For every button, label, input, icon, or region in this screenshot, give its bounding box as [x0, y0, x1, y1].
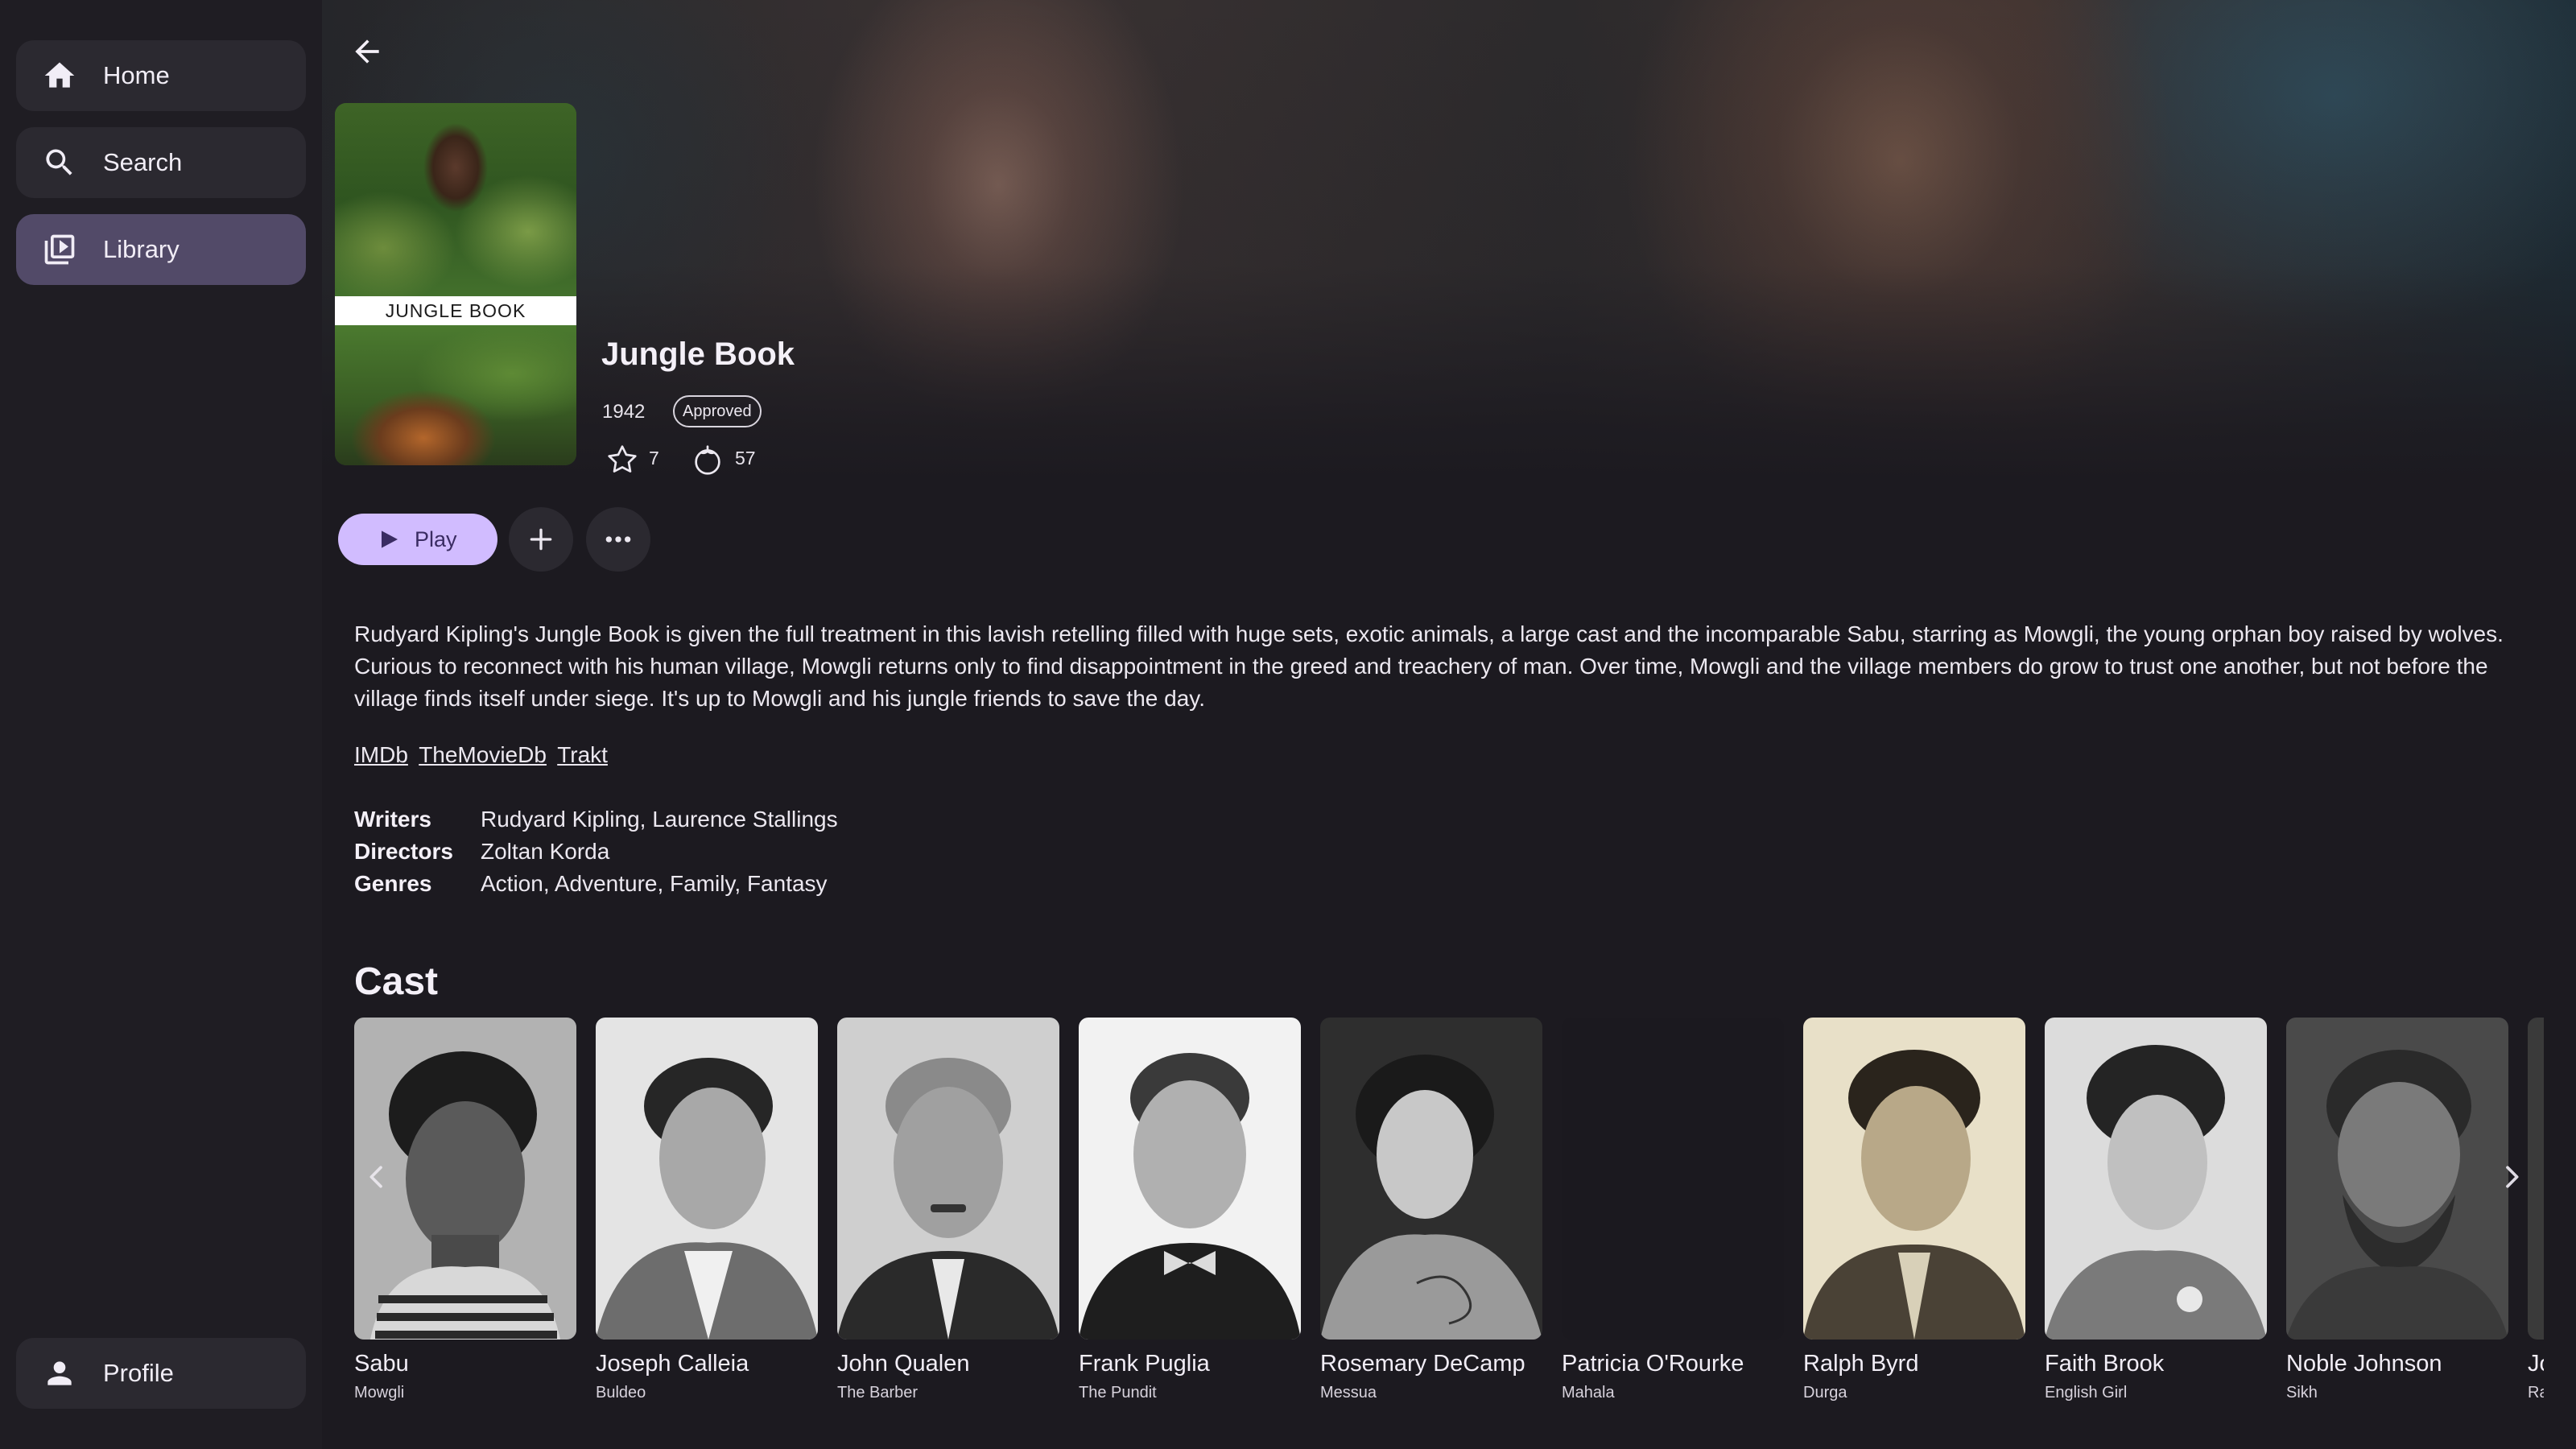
themoviedb-link[interactable]: TheMovieDb	[419, 742, 547, 767]
detail-value: Rudyard Kipling, Laurence Stallings	[481, 807, 838, 832]
cast-name: Frank Puglia	[1079, 1351, 1210, 1377]
community-rating: 7	[649, 448, 659, 469]
genres-row: Genres Action, Adventure, Family, Fantasy	[354, 871, 828, 897]
cast-name: Noble Johnson	[2286, 1351, 2442, 1377]
external-links: IMDb TheMovieDb Trakt	[354, 742, 613, 768]
cast-role: English Girl	[2045, 1384, 2128, 1402]
cast-photo-placeholder	[1562, 1018, 1784, 1340]
cast-card[interactable]: Joseph Calleia Buldeo	[596, 1018, 818, 1402]
imdb-link[interactable]: IMDb	[354, 742, 408, 767]
library-icon	[44, 234, 75, 265]
play-label: Play	[415, 527, 457, 551]
cast-role: Sikh	[2286, 1384, 2318, 1402]
trakt-link[interactable]: Trakt	[557, 742, 608, 767]
detail-key: Writers	[354, 807, 431, 832]
backdrop-image	[322, 0, 2576, 483]
cast-card[interactable]: Frank Puglia The Pundit	[1079, 1018, 1301, 1402]
movie-title: Jungle Book	[601, 336, 795, 372]
sidebar-item-label: Library	[103, 235, 180, 263]
detail-key: Directors	[354, 839, 453, 864]
movie-overview: Rudyard Kipling's Jungle Book is given t…	[354, 621, 2504, 711]
person-icon	[47, 1361, 72, 1385]
cast-photo	[2286, 1018, 2508, 1340]
play-button[interactable]: Play	[338, 514, 497, 565]
cast-name: Joseph Calleia	[596, 1351, 749, 1377]
cast-card[interactable]: Sabu Mowgli	[354, 1018, 576, 1402]
cast-photo	[1079, 1018, 1301, 1340]
detail-value: Zoltan Korda	[481, 839, 610, 864]
scroll-right-button[interactable]	[2489, 1151, 2534, 1203]
critic-rating: 57	[735, 448, 756, 469]
cast-heading: Cast	[354, 960, 439, 1003]
cast-name: John Qualen	[837, 1351, 970, 1377]
add-button[interactable]	[509, 507, 573, 572]
cast-role: Ra	[2528, 1384, 2544, 1402]
tomato-icon	[695, 445, 720, 475]
poster-title: JUNGLE BOOK	[335, 296, 576, 325]
cast-list: Sabu Mowgli Joseph Calleia Buldeo John Q…	[354, 1018, 2544, 1420]
directors-row: Directors Zoltan Korda	[354, 839, 609, 865]
sidebar-item-home[interactable]: Home	[16, 40, 306, 111]
release-year: 1942	[602, 401, 646, 423]
cast-photo	[1803, 1018, 2025, 1340]
cast-photo	[837, 1018, 1059, 1340]
back-button[interactable]	[341, 26, 393, 77]
arrow-left-icon	[355, 39, 379, 64]
cast-photo	[1320, 1018, 1542, 1340]
star-icon	[608, 445, 637, 473]
cast-role: Durga	[1803, 1384, 1847, 1402]
cast-role: Buldeo	[596, 1384, 646, 1402]
cast-name: Ralph Byrd	[1803, 1351, 1919, 1377]
plus-icon	[530, 528, 552, 551]
cast-name: Jo	[2528, 1351, 2544, 1377]
cast-role: Mowgli	[354, 1384, 405, 1402]
cast-role: Messua	[1320, 1384, 1377, 1402]
sidebar-item-label: Profile	[103, 1359, 174, 1387]
movie-poster: JUNGLE BOOK	[335, 103, 576, 465]
cast-card[interactable]: Faith Brook English Girl	[2045, 1018, 2267, 1402]
cast-card[interactable]: Jo Ra	[2528, 1018, 2544, 1402]
cast-role: The Pundit	[1079, 1384, 1157, 1402]
more-options-button[interactable]	[586, 507, 650, 572]
sidebar-item-search[interactable]: Search	[16, 127, 306, 198]
sidebar-item-label: Search	[103, 148, 183, 176]
cast-card[interactable]: Rosemary DeCamp Messua	[1320, 1018, 1542, 1402]
play-icon	[382, 530, 398, 548]
cast-card[interactable]: Noble Johnson Sikh	[2286, 1018, 2508, 1402]
detail-key: Genres	[354, 871, 432, 896]
home-icon	[44, 62, 75, 88]
more-horizontal-icon	[605, 536, 631, 543]
cast-name: Sabu	[354, 1351, 409, 1377]
official-rating-badge: Approved	[673, 395, 762, 427]
detail-value: Action, Adventure, Family, Fantasy	[481, 871, 828, 896]
cast-card[interactable]: Patricia O'Rourke Mahala	[1562, 1018, 1784, 1402]
chevron-right-icon	[2506, 1166, 2519, 1188]
cast-name: Faith Brook	[2045, 1351, 2165, 1377]
cast-photo	[2045, 1018, 2267, 1340]
cast-role: Mahala	[1562, 1384, 1615, 1402]
sidebar: Home Search Library Profile	[0, 0, 322, 1449]
sidebar-item-label: Home	[103, 61, 170, 89]
cast-card[interactable]: Ralph Byrd Durga	[1803, 1018, 2025, 1402]
sidebar-item-library[interactable]: Library	[16, 214, 306, 285]
cast-role: The Barber	[837, 1384, 919, 1402]
cast-card[interactable]: John Qualen The Barber	[837, 1018, 1059, 1402]
chevron-left-icon	[369, 1166, 382, 1188]
scroll-left-button[interactable]	[354, 1151, 399, 1203]
cast-photo	[596, 1018, 818, 1340]
cast-name: Patricia O'Rourke	[1562, 1351, 1744, 1377]
search-icon	[46, 149, 72, 175]
sidebar-item-profile[interactable]: Profile	[16, 1338, 306, 1409]
cast-name: Rosemary DeCamp	[1320, 1351, 1525, 1377]
writers-row: Writers Rudyard Kipling, Laurence Stallin…	[354, 807, 838, 832]
